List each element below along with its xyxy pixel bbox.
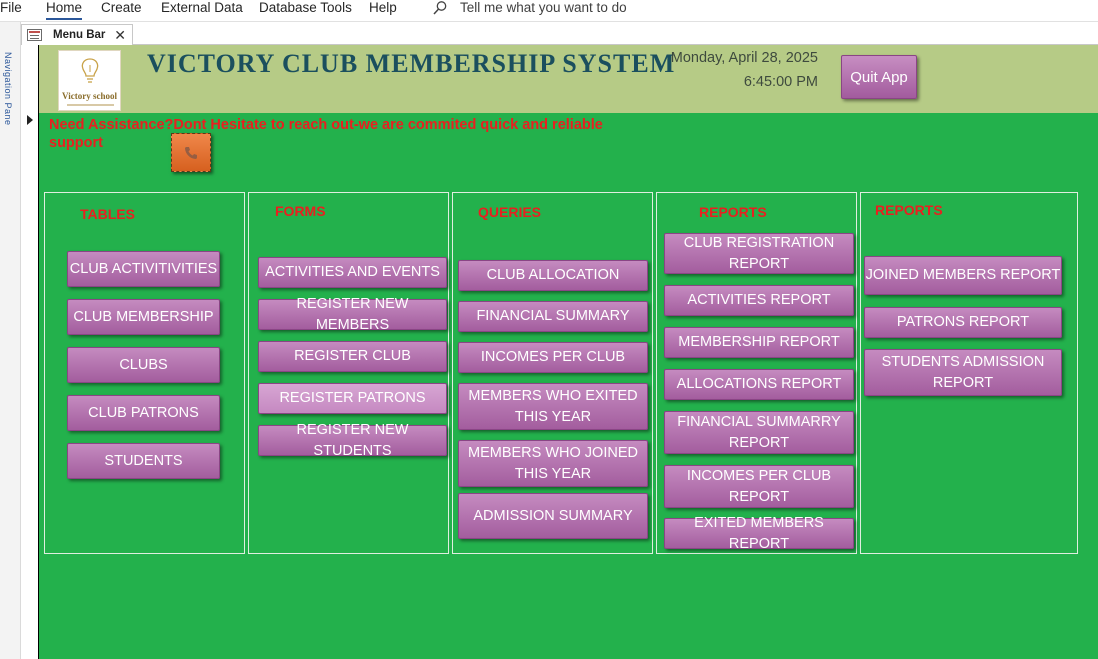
current-time: 6:45:00 PM — [743, 74, 818, 90]
tell-me-text: Tell me what you want to do — [460, 0, 627, 15]
reports-panel-2: REPORTS JOINED MEMBERS REPORT PATRONS RE… — [860, 192, 1078, 554]
incomes-per-club-report-button[interactable]: INCOMES PER CLUB REPORT — [664, 465, 854, 508]
school-logo: Victory school — [58, 50, 121, 111]
quit-app-button[interactable]: Quit App — [841, 55, 917, 99]
tab-label: Menu Bar — [53, 29, 106, 41]
exited-members-report-button[interactable]: EXITED MEMBERS REPORT — [664, 515, 854, 552]
external-data-tab[interactable]: External Data — [161, 0, 243, 16]
current-record-arrow-icon — [27, 115, 33, 125]
forms-panel: FORMS ACTIVITIES AND EVENTS REGISTER NEW… — [248, 192, 449, 554]
club-activities-button[interactable]: CLUB ACTIVITIVITIES — [67, 251, 220, 287]
logo-tagline-line — [67, 104, 114, 106]
forms-title: FORMS — [275, 203, 326, 219]
financial-summary-button[interactable]: FINANCIAL SUMMARY — [458, 301, 648, 332]
club-registration-report-button[interactable]: CLUB REGISTRATION REPORT — [664, 233, 854, 274]
membership-report-button[interactable]: MEMBERSHIP REPORT — [664, 327, 854, 358]
queries-panel: QUERIES CLUB ALLOCATION FINANCIAL SUMMAR… — [452, 192, 653, 554]
form-header: Victory school VICTORY CLUB MEMBERSHIP S… — [39, 45, 1098, 113]
clubs-button[interactable]: CLUBS — [67, 347, 220, 383]
activities-report-button[interactable]: ACTIVITIES REPORT — [664, 285, 854, 316]
assistance-message: Need Assistance?Dont Hesitate to reach o… — [49, 117, 603, 151]
joined-members-report-button[interactable]: JOINED MEMBERS REPORT — [864, 256, 1062, 295]
students-button[interactable]: STUDENTS — [67, 443, 220, 479]
reports-panel-1: REPORTS CLUB REGISTRATION REPORT ACTIVIT… — [656, 192, 857, 554]
form-detail: Need Assistance?Dont Hesitate to reach o… — [39, 113, 1098, 659]
file-tab[interactable]: File — [0, 0, 22, 16]
create-tab[interactable]: Create — [101, 0, 142, 16]
navigation-pane-label: Navigation Pane — [3, 52, 13, 126]
incomes-per-club-button[interactable]: INCOMES PER CLUB — [458, 342, 648, 373]
register-patrons-button[interactable]: REGISTER PATRONS — [258, 383, 447, 414]
record-selector[interactable] — [21, 45, 39, 659]
tell-me-box[interactable]: Tell me what you want to do — [432, 0, 627, 16]
app-title: VICTORY CLUB MEMBERSHIP SYSTEM — [147, 49, 676, 78]
contact-support-button[interactable] — [171, 133, 211, 172]
tables-panel: TABLES CLUB ACTIVITIVITIES CLUB MEMBERSH… — [44, 192, 245, 554]
queries-title: QUERIES — [478, 204, 542, 220]
members-who-joined-button[interactable]: MEMBERS WHO JOINED THIS YEAR — [458, 440, 648, 487]
navigation-pane[interactable]: Navigation Pane — [0, 22, 21, 659]
phone-icon — [185, 146, 197, 159]
patrons-report-button[interactable]: PATRONS REPORT — [864, 307, 1062, 338]
club-patrons-button[interactable]: CLUB PATRONS — [67, 395, 220, 431]
club-membership-button[interactable]: CLUB MEMBERSHIP — [67, 299, 220, 335]
form-icon — [27, 29, 42, 41]
ribbon-menu: File Home Create External Data Database … — [0, 0, 1098, 22]
members-who-exited-button[interactable]: MEMBERS WHO EXITED THIS YEAR — [458, 383, 648, 430]
allocations-report-button[interactable]: ALLOCATIONS REPORT — [664, 369, 854, 400]
document-tab-strip: Menu Bar ✕ — [21, 22, 1098, 45]
search-icon — [433, 1, 447, 15]
home-tab[interactable]: Home — [46, 0, 83, 20]
lightbulb-icon — [81, 58, 99, 83]
current-date: Monday, April 28, 2025 — [670, 50, 818, 66]
logo-school-name: Victory school — [62, 91, 117, 101]
admission-summary-button[interactable]: ADMISSION SUMMARY — [458, 493, 648, 539]
close-icon[interactable]: ✕ — [114, 27, 126, 44]
tables-title: TABLES — [80, 206, 135, 222]
tab-menu-bar[interactable]: Menu Bar ✕ — [21, 24, 133, 45]
club-allocation-button[interactable]: CLUB ALLOCATION — [458, 260, 648, 291]
reports-title-1: REPORTS — [699, 204, 767, 220]
database-tools-tab[interactable]: Database Tools — [259, 0, 352, 16]
activities-and-events-button[interactable]: ACTIVITIES AND EVENTS — [258, 257, 447, 288]
register-new-members-button[interactable]: REGISTER NEW MEMBERS — [258, 296, 447, 333]
help-tab[interactable]: Help — [369, 0, 397, 16]
reports-title-2: REPORTS — [875, 202, 943, 218]
students-admission-report-button[interactable]: STUDENTS ADMISSION REPORT — [864, 349, 1062, 396]
register-new-students-button[interactable]: REGISTER NEW STUDENTS — [258, 422, 447, 459]
financial-summary-report-button[interactable]: FINANCIAL SUMMARRY REPORT — [664, 411, 854, 454]
register-club-button[interactable]: REGISTER CLUB — [258, 341, 447, 372]
